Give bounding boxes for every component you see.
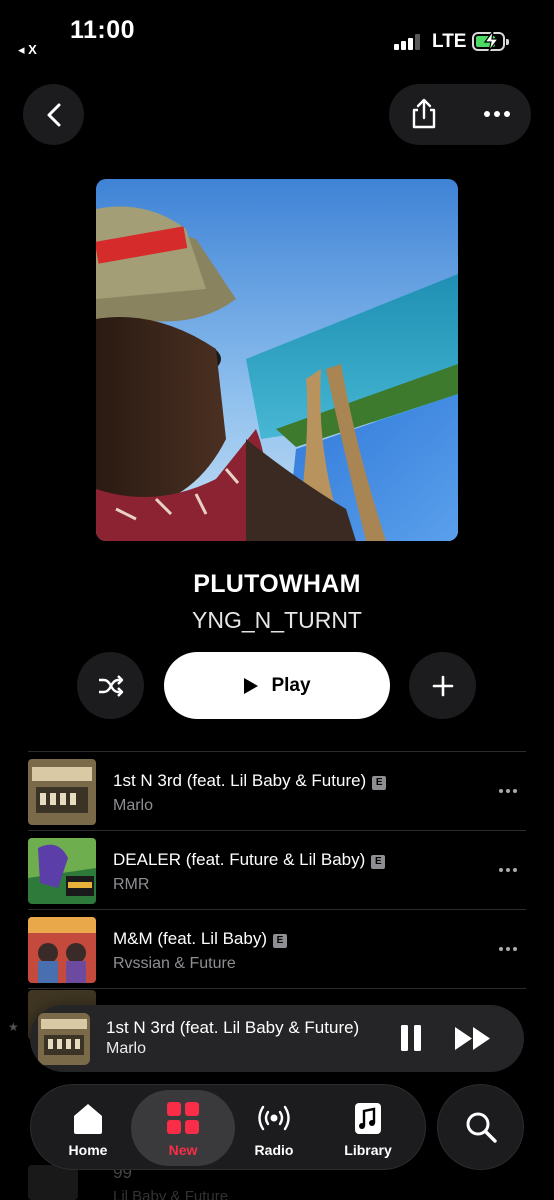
status-time: 11:00	[70, 16, 136, 44]
album-artwork	[96, 179, 458, 541]
tab-label: Radio	[254, 1142, 294, 1158]
background-track-artist: Lil Baby & Future	[113, 1188, 229, 1200]
track-artist: RMR	[113, 876, 150, 893]
star-icon: ★	[8, 1020, 19, 1034]
tab-radio[interactable]: Radio	[227, 1090, 321, 1166]
track-row[interactable]: 1st N 3rd (feat. Lil Baby & Future) E Mar…	[0, 751, 554, 830]
track-artwork	[28, 759, 96, 825]
network-type: LTE	[432, 31, 467, 52]
mini-player-artist: Marlo	[106, 1040, 147, 1057]
mini-player[interactable]: 1st N 3rd (feat. Lil Baby & Future) Marl…	[30, 1005, 524, 1072]
share-icon[interactable]	[409, 98, 439, 130]
fast-forward-icon[interactable]	[454, 1026, 492, 1051]
track-title: M&M (feat. Lil Baby) E	[113, 929, 287, 949]
track-title: 1st N 3rd (feat. Lil Baby & Future) E	[113, 771, 387, 791]
mini-player-artwork	[38, 1013, 90, 1065]
grid-icon	[167, 1102, 199, 1134]
cellular-signal-icon	[394, 34, 422, 50]
tab-bar: Home New Radio Library	[30, 1084, 426, 1170]
tab-home[interactable]: Home	[41, 1090, 135, 1166]
play-label: Play	[271, 674, 311, 696]
shuffle-icon	[98, 674, 123, 697]
home-icon	[74, 1104, 102, 1134]
status-bar: 11:00 ◂ X LTE	[0, 0, 554, 70]
explicit-badge: E	[371, 855, 386, 869]
back-button[interactable]	[23, 84, 84, 145]
album-artist[interactable]: YNG_N_TURNT	[0, 607, 554, 634]
search-button[interactable]	[437, 1084, 524, 1170]
play-button[interactable]: Play	[164, 652, 390, 719]
add-to-library-button[interactable]	[409, 652, 476, 719]
tab-label: Library	[344, 1142, 392, 1158]
track-list: 1st N 3rd (feat. Lil Baby & Future) E Mar…	[0, 751, 554, 989]
search-icon	[466, 1112, 497, 1143]
track-more-icon[interactable]	[498, 945, 518, 953]
background-track-artwork	[28, 1165, 78, 1200]
track-more-icon[interactable]	[498, 866, 518, 874]
album-title: PLUTOWHAM	[193, 570, 361, 598]
battery-charging-icon	[472, 30, 509, 52]
track-title: DEALER (feat. Future & Lil Baby) E	[113, 850, 386, 870]
tab-library[interactable]: Library	[321, 1090, 415, 1166]
track-row[interactable]: M&M (feat. Lil Baby) E Rvssian & Future	[0, 909, 554, 988]
tab-label: Home	[68, 1142, 108, 1158]
explicit-badge: E	[372, 776, 387, 790]
library-icon	[355, 1103, 381, 1134]
back-to-app-link[interactable]: ◂ X	[18, 42, 37, 58]
header-actions	[389, 84, 531, 145]
track-artwork	[28, 917, 96, 983]
tab-new[interactable]: New	[131, 1090, 235, 1166]
plus-icon	[432, 675, 453, 696]
track-artwork	[28, 838, 96, 904]
radio-icon	[258, 1105, 290, 1131]
track-artist: Rvssian & Future	[113, 955, 236, 972]
play-icon	[244, 677, 259, 694]
tab-label: New	[168, 1142, 198, 1158]
explicit-badge: E	[273, 934, 287, 948]
track-row[interactable]: DEALER (feat. Future & Lil Baby) E RMR	[0, 830, 554, 909]
track-artist: Marlo	[113, 797, 154, 814]
chevron-left-icon	[47, 103, 60, 126]
pause-icon[interactable]	[400, 1024, 422, 1052]
more-options-icon[interactable]	[483, 104, 511, 124]
mini-player-title: 1st N 3rd (feat. Lil Baby & Future)	[106, 1018, 360, 1037]
track-more-icon[interactable]	[498, 787, 518, 795]
shuffle-button[interactable]	[77, 652, 144, 719]
